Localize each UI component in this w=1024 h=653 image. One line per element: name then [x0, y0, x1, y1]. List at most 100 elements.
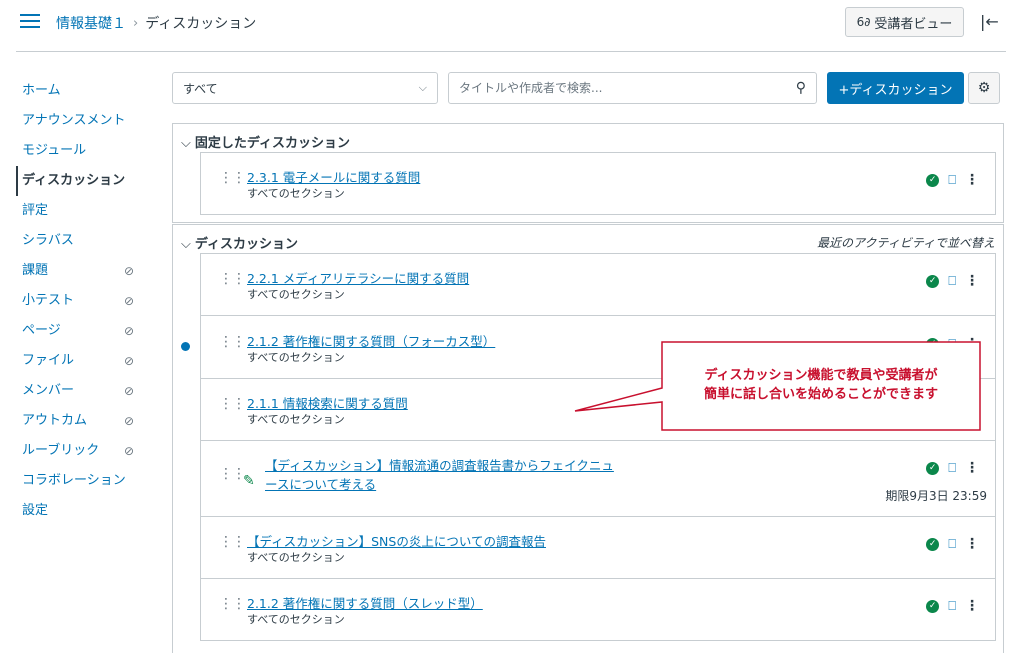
search-icon[interactable]: ⚲: [796, 80, 806, 96]
sidebar-item-settings[interactable]: 設定: [16, 496, 156, 526]
sidebar-item-label: アウトカム: [22, 413, 88, 428]
sidebar-item-outcomes[interactable]: アウトカム ⊘: [16, 406, 156, 436]
discussion-row[interactable]: ⋮⋮ 2.3.1 電子メールに関する質問 すべてのセクション ✓ ⎕ ⋮: [200, 152, 996, 215]
discussion-title-link[interactable]: 【ディスカッション】情報流通の調査報告書からフェイクニュ ースについて考える: [265, 455, 614, 493]
eye-off-icon: ⊘: [124, 354, 135, 368]
discussion-title-line2: ースについて考える: [265, 477, 377, 492]
discussion-row[interactable]: ⋮⋮ 【ディスカッション】SNSの炎上についての調査報告 すべてのセクション ✓…: [200, 516, 996, 579]
discussion-title-link[interactable]: 2.1.2 著作権に関する質問（スレッド型）: [247, 593, 483, 612]
chevron-down-icon: ⌵: [418, 81, 427, 94]
filter-select-value: すべて: [183, 81, 218, 96]
breadcrumb: 情報基礎１ › ディスカッション: [56, 13, 256, 33]
sidebar-item-announcements[interactable]: アナウンスメント: [16, 106, 156, 136]
search-input[interactable]: [459, 81, 796, 95]
sidebar-item-people[interactable]: メンバー ⊘: [16, 376, 156, 406]
callout-text: ディスカッション機能で教員や受講者が 簡単に話し合いを始めることができます: [662, 366, 980, 404]
discussion-sections: すべてのセクション: [247, 551, 345, 564]
discussions-section-title: ディスカッション: [194, 237, 298, 252]
published-check-icon[interactable]: ✓: [926, 599, 940, 613]
more-options-icon[interactable]: ⋮: [965, 336, 979, 352]
more-options-icon[interactable]: ⋮: [965, 598, 979, 614]
discussion-title-link[interactable]: 2.2.1 メディアリテラシーに関する質問: [247, 268, 469, 287]
drag-handle-icon[interactable]: ⋮⋮: [219, 467, 246, 481]
discussion-title-link[interactable]: 2.3.1 電子メールに関する質問: [247, 167, 420, 186]
eye-off-icon: ⊘: [124, 324, 135, 338]
discussion-row[interactable]: ⋮⋮ 2.2.1 メディアリテラシーに関する質問 すべてのセクション ✓ ⎕ ⋮: [200, 253, 996, 316]
discussions-section-toggle[interactable]: ⌵ ディスカッション: [181, 233, 298, 252]
sidebar-item-discussions[interactable]: ディスカッション: [16, 166, 156, 196]
breadcrumb-course-link[interactable]: 情報基礎１: [56, 13, 126, 33]
published-check-icon[interactable]: ✓: [926, 337, 940, 351]
sidebar-item-grades[interactable]: 評定: [16, 196, 156, 226]
discussion-title-line1: 【ディスカッション】情報流通の調査報告書からフェイクニュ: [265, 458, 614, 473]
discussion-title-link[interactable]: 2.1.2 著作権に関する質問（フォーカス型）: [247, 331, 495, 350]
sidebar-item-label: 課題: [22, 263, 49, 278]
unread-indicator: [181, 342, 190, 351]
chevron-down-icon: ⌵: [181, 237, 191, 252]
published-check-icon[interactable]: ✓: [926, 173, 940, 187]
sidebar-item-label: メンバー: [22, 383, 75, 398]
pinned-section-title: 固定したディスカッション: [194, 136, 350, 151]
sidebar-item-quizzes[interactable]: 小テスト ⊘: [16, 286, 156, 316]
sidebar-item-home[interactable]: ホーム: [16, 76, 156, 106]
eye-off-icon: ⊘: [124, 294, 135, 308]
more-options-icon[interactable]: ⋮: [965, 172, 979, 188]
add-discussion-button[interactable]: +ディスカッション: [827, 72, 964, 104]
drag-handle-icon[interactable]: ⋮⋮: [219, 272, 246, 286]
search-field[interactable]: ⚲: [448, 72, 817, 104]
bookmark-icon[interactable]: ⎕: [948, 337, 956, 352]
sidebar-item-label: ファイル: [22, 353, 75, 368]
eye-off-icon: ⊘: [124, 414, 135, 428]
collapse-left-icon[interactable]: |←: [980, 12, 999, 31]
bookmark-icon[interactable]: ⎕: [948, 173, 956, 188]
student-view-button[interactable]: 6∂ 受講者ビュー: [845, 7, 964, 37]
sidebar-item-label: 小テスト: [22, 293, 75, 308]
drag-handle-icon[interactable]: ⋮⋮: [219, 597, 246, 611]
more-options-icon[interactable]: ⋮: [965, 536, 979, 552]
drag-handle-icon[interactable]: ⋮⋮: [219, 171, 246, 185]
discussion-row[interactable]: ⋮⋮ ✎ 【ディスカッション】情報流通の調査報告書からフェイクニュ ースについて考…: [200, 440, 996, 517]
sidebar-item-pages[interactable]: ページ ⊘: [16, 316, 156, 346]
published-check-icon[interactable]: ✓: [926, 537, 940, 551]
pinned-section-toggle[interactable]: ⌵ 固定したディスカッション: [181, 132, 350, 151]
sidebar-item-label: 評定: [22, 203, 49, 218]
sidebar-item-assignments[interactable]: 課題 ⊘: [16, 256, 156, 286]
more-options-icon[interactable]: ⋮: [965, 273, 979, 289]
discussion-sections: すべてのセクション: [247, 351, 345, 364]
published-check-icon[interactable]: ✓: [926, 461, 940, 475]
bookmark-icon[interactable]: ⎕: [948, 537, 956, 552]
discussion-sections: すべてのセクション: [247, 288, 345, 301]
drag-handle-icon[interactable]: ⋮⋮: [219, 397, 246, 411]
gear-icon[interactable]: ⚙: [968, 72, 1000, 104]
header-divider: [16, 51, 1006, 52]
filter-select[interactable]: すべて ⌵: [172, 72, 438, 104]
callout-line2: 簡単に話し合いを始めることができます: [703, 387, 938, 402]
sort-label: 最近のアクティビティで並べ替え: [817, 236, 995, 250]
hamburger-menu-button[interactable]: [20, 14, 40, 28]
sidebar-item-modules[interactable]: モジュール: [16, 136, 156, 166]
published-check-icon[interactable]: ✓: [926, 274, 940, 288]
more-options-icon[interactable]: ⋮: [965, 460, 979, 476]
bookmark-icon[interactable]: ⎕: [948, 461, 956, 476]
eye-off-icon: ⊘: [124, 264, 135, 278]
sidebar-item-syllabus[interactable]: シラバス: [16, 226, 156, 256]
sidebar-item-files[interactable]: ファイル ⊘: [16, 346, 156, 376]
sidebar-item-collaborations[interactable]: コラボレーション: [16, 466, 156, 496]
graded-assignment-icon: ✎: [243, 473, 255, 489]
bookmark-icon[interactable]: ⎕: [948, 274, 956, 289]
sidebar-item-label: ページ: [22, 323, 61, 338]
drag-handle-icon[interactable]: ⋮⋮: [219, 335, 246, 349]
drag-handle-icon[interactable]: ⋮⋮: [219, 535, 246, 549]
callout-line1: ディスカッション機能で教員や受講者が: [704, 368, 938, 383]
discussion-title-link[interactable]: 2.1.1 情報検索に関する質問: [247, 393, 408, 412]
discussion-row[interactable]: ⋮⋮ 2.1.2 著作権に関する質問（スレッド型） すべてのセクション ✓ ⎕ …: [200, 578, 996, 641]
due-date: 期限9月3日 23:59: [885, 489, 987, 503]
eye-off-icon: ⊘: [124, 384, 135, 398]
eye-off-icon: ⊘: [124, 444, 135, 458]
discussion-sections: すべてのセクション: [247, 613, 345, 626]
discussion-title-link[interactable]: 【ディスカッション】SNSの炎上についての調査報告: [247, 531, 546, 550]
sidebar-item-rubrics[interactable]: ルーブリック ⊘: [16, 436, 156, 466]
bookmark-icon[interactable]: ⎕: [948, 599, 956, 614]
glasses-icon: 6∂: [856, 15, 871, 29]
sidebar-item-label: シラバス: [22, 233, 74, 248]
